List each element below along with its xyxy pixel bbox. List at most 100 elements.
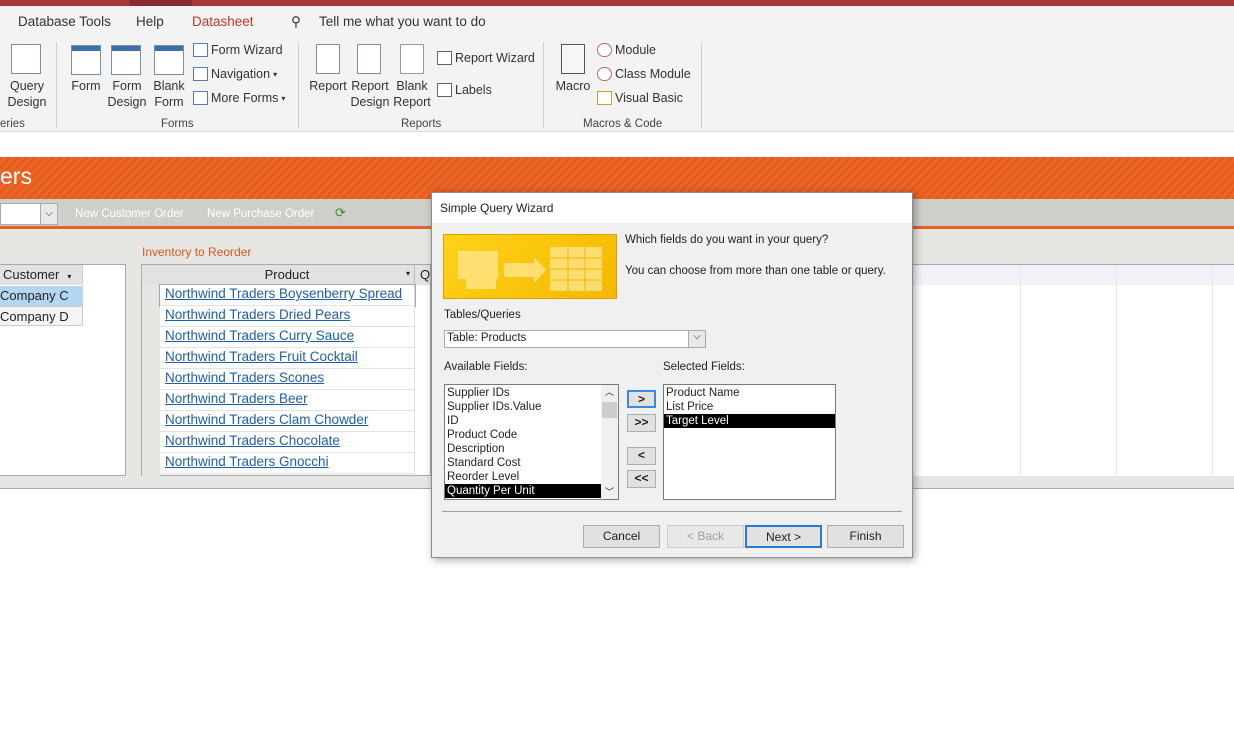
scroll-down-icon[interactable]: ﹀ xyxy=(601,485,618,498)
form-button[interactable]: Form xyxy=(66,78,106,94)
class-module-icon xyxy=(597,67,612,81)
dropdown-arrow-icon: ▾ xyxy=(405,269,410,278)
tables-queries-label: Tables/Queries xyxy=(444,309,521,321)
new-purchase-order-button[interactable]: New Purchase Order xyxy=(207,208,314,220)
inventory-label: Inventory to Reorder xyxy=(142,245,252,259)
list-item[interactable]: Reorder Level xyxy=(445,470,601,484)
next-button[interactable]: Next > xyxy=(745,525,822,548)
report-design-button[interactable]: Report Design xyxy=(349,78,391,110)
visual-basic-icon xyxy=(597,91,612,105)
finish-button[interactable]: Finish xyxy=(827,525,904,548)
form-wizard-button[interactable]: Form Wizard xyxy=(193,43,283,57)
tab-datasheet[interactable]: Datasheet xyxy=(192,14,254,29)
tab-database-tools[interactable]: Database Tools xyxy=(18,14,111,29)
label: Blank xyxy=(153,79,185,93)
tab-help[interactable]: Help xyxy=(136,14,164,29)
list-item[interactable]: Description xyxy=(445,442,601,456)
table-row: Northwind Traders Boysenberry Spread xyxy=(159,284,416,307)
product-link[interactable]: Northwind Traders Curry Sauce xyxy=(165,328,354,343)
cancel-button[interactable]: Cancel xyxy=(583,525,660,548)
macro-icon xyxy=(561,44,585,74)
simple-query-wizard-dialog: Simple Query Wizard Which fields do you … xyxy=(431,192,913,558)
navigation-icon xyxy=(193,67,208,81)
table-row[interactable]: Company C xyxy=(0,286,83,306)
list-item[interactable]: Quantity Per Unit xyxy=(445,484,601,498)
add-field-button[interactable]: > xyxy=(627,390,656,408)
visual-basic-button[interactable]: Visual Basic xyxy=(597,91,683,105)
chevron-down-icon[interactable]: ⌵ xyxy=(688,331,705,347)
list-item[interactable]: ID xyxy=(445,414,601,428)
selected-fields-label: Selected Fields: xyxy=(663,361,745,373)
group-label-forms: Forms xyxy=(161,118,194,130)
ribbon: Query Design eries Form Form Design Blank F… xyxy=(0,36,1234,132)
menu-bar: Database Tools Help Datasheet ⚲ Tell me … xyxy=(0,6,1234,36)
inventory-grid: Product ▾ Q Northwind Traders Boysenberry… xyxy=(141,264,431,477)
selected-fields-list[interactable]: Product Name List Price Target Level xyxy=(663,384,836,500)
chevron-down-icon[interactable]: ⌵ xyxy=(40,204,57,224)
hint-text: You can choose from more than one table … xyxy=(625,265,886,277)
labels-icon xyxy=(437,83,452,97)
scrollbar[interactable]: ︿ ﹀ xyxy=(601,385,618,499)
table-row: Northwind Traders Dried Pears xyxy=(160,306,415,327)
form-combo[interactable]: ⌵ xyxy=(0,203,58,225)
table-row: Northwind Traders Scones xyxy=(160,369,415,390)
list-item[interactable]: Product Name xyxy=(664,386,835,400)
blank-form-button[interactable]: Blank Form xyxy=(149,78,189,110)
module-button[interactable]: Module xyxy=(597,43,656,57)
navigation-button[interactable]: Navigation ▾ xyxy=(193,67,277,81)
query-design-button[interactable]: Query Design xyxy=(6,78,48,110)
product-link[interactable]: Northwind Traders Chocolate xyxy=(165,433,340,448)
form-icon xyxy=(71,45,101,75)
header-label: Customer xyxy=(3,267,60,282)
macro-button[interactable]: Macro xyxy=(553,78,593,94)
remove-all-fields-button[interactable]: << xyxy=(627,470,656,488)
divider xyxy=(442,511,902,512)
wizard-illustration xyxy=(443,234,617,299)
remove-field-button[interactable]: < xyxy=(627,447,656,465)
scroll-up-icon[interactable]: ︿ xyxy=(601,385,618,398)
form-design-icon xyxy=(111,45,141,75)
refresh-icon[interactable]: ⟳ xyxy=(335,205,346,221)
labels-button[interactable]: Labels xyxy=(437,83,492,97)
group-label-reports: Reports xyxy=(401,118,442,130)
table-row[interactable]: Company D xyxy=(0,306,83,326)
product-link[interactable]: Northwind Traders Beer xyxy=(165,391,308,406)
query-design-icon xyxy=(11,44,41,74)
product-column-header[interactable]: Product ▾ xyxy=(160,265,415,285)
list-item[interactable]: List Price xyxy=(664,400,835,414)
customer-grid: Customer ▾ Company C Company D xyxy=(0,264,126,476)
customer-column-header[interactable]: Customer ▾ xyxy=(0,265,83,285)
scroll-thumb[interactable] xyxy=(602,402,617,418)
label: Navigation xyxy=(211,67,271,81)
product-link[interactable]: Northwind Traders Dried Pears xyxy=(165,307,350,322)
product-link[interactable]: Northwind Traders Gnocchi xyxy=(165,454,329,469)
list-item[interactable]: Supplier IDs xyxy=(445,386,601,400)
form-design-button[interactable]: Form Design xyxy=(106,78,148,110)
add-all-fields-button[interactable]: >> xyxy=(627,414,656,432)
tell-me-search[interactable]: Tell me what you want to do xyxy=(319,14,486,29)
report-wizard-button[interactable]: Report Wizard xyxy=(437,51,535,65)
tables-queries-select[interactable]: Table: Products ⌵ xyxy=(444,330,706,348)
table-row: Northwind Traders Curry Sauce xyxy=(160,327,415,348)
question-text: Which fields do you want in your query? xyxy=(625,234,829,246)
table-row: Northwind Traders Fruit Cocktail xyxy=(160,348,415,369)
product-link[interactable]: Northwind Traders Fruit Cocktail xyxy=(165,349,358,364)
product-link[interactable]: Northwind Traders Scones xyxy=(165,370,324,385)
available-fields-list[interactable]: Supplier IDs Supplier IDs.Value ID Product … xyxy=(444,384,619,500)
product-link[interactable]: Northwind Traders Boysenberry Spread xyxy=(165,286,402,301)
blank-report-button[interactable]: Blank Report xyxy=(391,78,433,110)
dropdown-arrow-icon: ▾ xyxy=(281,93,286,103)
class-module-button[interactable]: Class Module xyxy=(597,67,691,81)
list-item[interactable]: Target Level xyxy=(664,414,835,428)
blank-report-icon xyxy=(400,44,424,74)
quantity-column-header[interactable]: Q xyxy=(420,267,430,282)
list-item[interactable]: Supplier IDs.Value xyxy=(445,400,601,414)
dropdown-arrow-icon: ▾ xyxy=(273,69,278,79)
more-forms-button[interactable]: More Forms ▾ xyxy=(193,91,285,105)
new-customer-order-button[interactable]: New Customer Order xyxy=(75,208,184,220)
list-item[interactable]: Standard Cost xyxy=(445,456,601,470)
list-item[interactable]: Product Code xyxy=(445,428,601,442)
report-button[interactable]: Report xyxy=(307,78,349,94)
dialog-title: Simple Query Wizard xyxy=(432,193,912,223)
product-link[interactable]: Northwind Traders Clam Chowder xyxy=(165,412,368,427)
